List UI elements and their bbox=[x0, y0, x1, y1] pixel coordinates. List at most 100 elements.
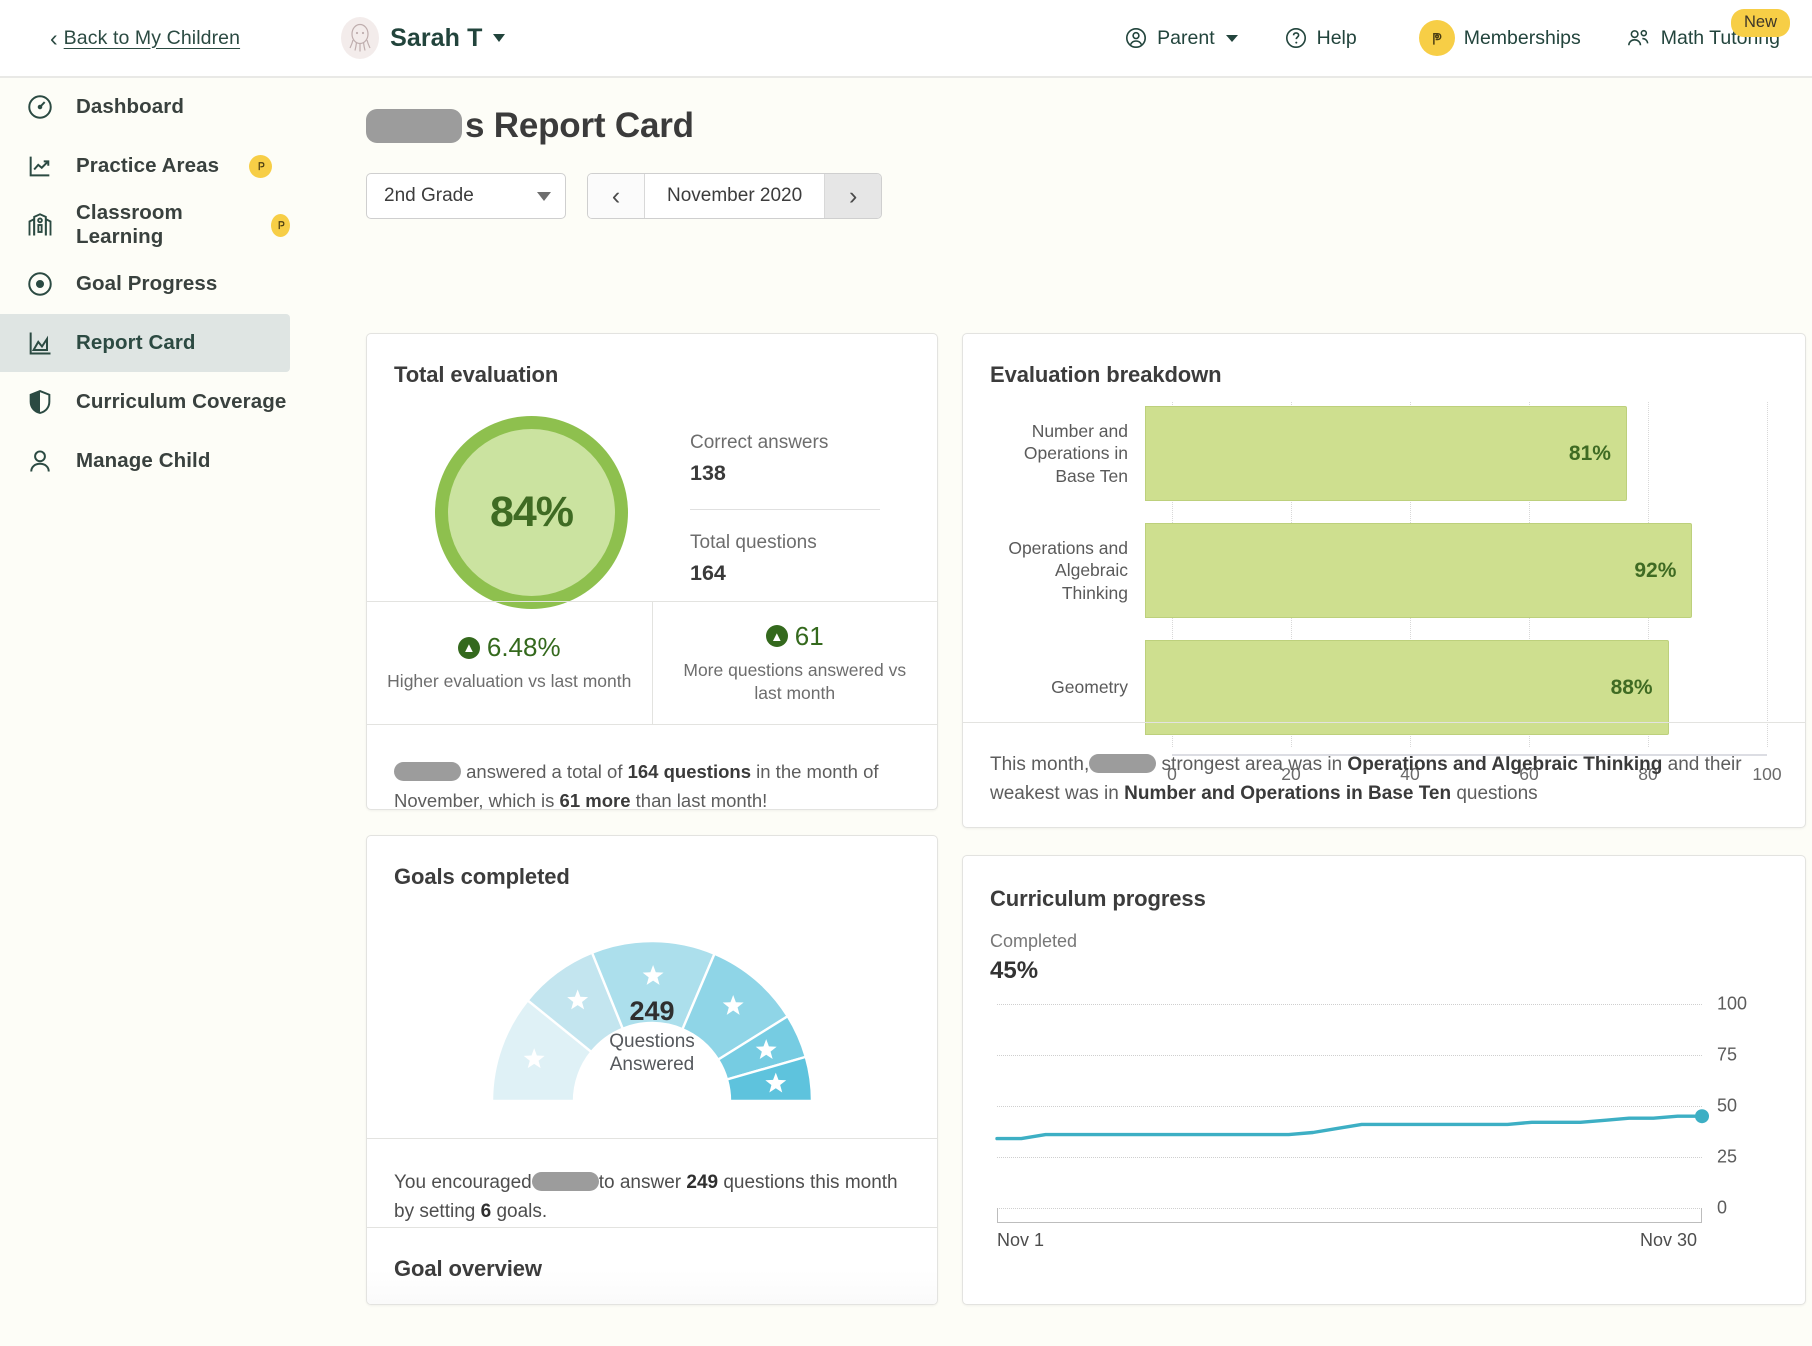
bar-fill[interactable]: 92% bbox=[1145, 523, 1692, 618]
summary-text-3: than last month! bbox=[631, 790, 768, 811]
child-switcher[interactable]: Sarah T bbox=[341, 17, 505, 59]
goal-overview-title: Goal overview bbox=[394, 1256, 542, 1282]
sidebar-item-goal-progress[interactable]: Goal Progress bbox=[0, 255, 290, 313]
sidebar-item-curriculum-coverage[interactable]: Curriculum Coverage bbox=[0, 373, 290, 431]
goals-text-4: goals. bbox=[491, 1201, 547, 1222]
sidebar-item-label: Dashboard bbox=[76, 95, 184, 119]
memberships-label: Memberships bbox=[1464, 27, 1581, 50]
questions-delta-cell: ▲ 61 More questions answered vs last mon… bbox=[652, 602, 938, 724]
month-navigator: ‹ November 2020 › bbox=[587, 173, 882, 219]
correct-answers-label: Correct answers bbox=[690, 432, 880, 454]
total-evaluation-summary: answered a total of 164 questions in the… bbox=[367, 724, 937, 815]
redacted-child-name bbox=[1089, 754, 1156, 773]
bar-row: Geometry88% bbox=[990, 640, 1780, 735]
evaluation-breakdown-chart: Number and Operations in Base Ten 81% Oper… bbox=[990, 402, 1780, 752]
total-evaluation-stats: Correct answers 138 Total questions 164 bbox=[690, 432, 880, 586]
progress-line-svg bbox=[990, 1004, 1780, 1214]
y-tick-label: 75 bbox=[1717, 1045, 1737, 1066]
summary-bold-2: 61 more bbox=[560, 790, 631, 811]
evaluation-breakdown-card: Evaluation breakdown Number and Operatio… bbox=[962, 333, 1806, 828]
sidebar-item-classroom-learning[interactable]: Classroom Learning bbox=[0, 196, 290, 254]
area-chart-icon bbox=[26, 329, 54, 357]
goals-gauge-chart: 249 Questions Answered bbox=[417, 911, 887, 1104]
sidebar-item-manage-child[interactable]: Manage Child bbox=[0, 432, 290, 490]
bar-value-label: 92% bbox=[1634, 559, 1676, 583]
goals-completed-card: Goals completed 249 Questions Answered bbox=[366, 835, 938, 1305]
bar-category-label: Operations and Algebraic Thinking bbox=[990, 537, 1145, 604]
page-title: s Report Card bbox=[366, 106, 1812, 146]
total-questions-label: Total questions bbox=[690, 532, 880, 554]
sidebar-item-dashboard[interactable]: Dashboard bbox=[0, 78, 290, 136]
breakdown-bold-2: Number and Operations in Base Ten bbox=[1124, 783, 1451, 804]
goals-text-1: You encouraged bbox=[394, 1172, 532, 1193]
arrow-up-icon: ▲ bbox=[458, 637, 480, 659]
bar-row: Number and Operations in Base Ten 81% bbox=[990, 406, 1780, 501]
bar-track: 81% bbox=[1145, 406, 1740, 501]
breakdown-text-1: This month, bbox=[990, 754, 1089, 775]
summary-bold-1: 164 questions bbox=[628, 761, 751, 782]
curriculum-progress-chart: 1007550250 Nov 1Nov 30 bbox=[990, 1004, 1780, 1244]
questions-delta-caption: More questions answered vs last month bbox=[671, 659, 920, 706]
card-title: Total evaluation bbox=[394, 362, 558, 388]
grade-select[interactable]: 2nd Grade bbox=[366, 173, 566, 219]
top-navigation-actions: Parent Help Memberships bbox=[1124, 20, 1780, 56]
sidebar-item-label: Manage Child bbox=[76, 449, 210, 473]
y-tick-label: 25 bbox=[1717, 1147, 1737, 1168]
people-group-icon bbox=[1625, 26, 1652, 50]
delta-stats-row: ▲ 6.48% Higher evaluation vs last month … bbox=[367, 601, 937, 724]
parent-menu-label: Parent bbox=[1157, 27, 1214, 50]
shield-icon bbox=[26, 388, 54, 416]
redacted-child-name bbox=[394, 762, 461, 781]
y-tick-label: 50 bbox=[1717, 1096, 1737, 1117]
sidebar-item-practice-areas[interactable]: Practice Areas bbox=[0, 137, 290, 195]
bar-track: 88% bbox=[1145, 640, 1740, 735]
back-to-my-children-link[interactable]: ‹ Back to My Children bbox=[50, 27, 240, 50]
chevron-down-icon bbox=[1226, 35, 1238, 42]
bar-fill[interactable]: 81% bbox=[1145, 406, 1627, 501]
help-link[interactable]: Help bbox=[1284, 26, 1357, 50]
page-title-suffix: s Report Card bbox=[465, 106, 694, 146]
back-link-label: Back to My Children bbox=[64, 27, 240, 50]
help-label: Help bbox=[1317, 27, 1357, 50]
bar-value-label: 81% bbox=[1569, 442, 1611, 466]
line-end-point[interactable] bbox=[1695, 1109, 1709, 1123]
total-evaluation-percent: 84% bbox=[490, 488, 573, 537]
person-icon bbox=[26, 447, 54, 475]
bar-fill[interactable]: 88% bbox=[1145, 640, 1669, 735]
sidebar-item-report-card[interactable]: Report Card bbox=[0, 314, 290, 372]
gridline bbox=[997, 1106, 1702, 1107]
top-navigation-bar: ‹ Back to My Children Sarah T bbox=[0, 0, 1812, 78]
goals-summary: You encouragedto answer 249 questions th… bbox=[367, 1138, 937, 1227]
left-column: Total evaluation 84% Correct answers 138… bbox=[366, 333, 938, 1305]
school-building-icon bbox=[26, 211, 54, 239]
speedometer-icon bbox=[26, 93, 54, 121]
total-questions-value: 164 bbox=[690, 561, 880, 586]
memberships-link[interactable]: Memberships bbox=[1419, 20, 1581, 56]
bar-track: 92% bbox=[1145, 523, 1740, 618]
redacted-child-name bbox=[366, 109, 462, 143]
bar-row: Operations and Algebraic Thinking 92% bbox=[990, 523, 1780, 618]
card-title: Evaluation breakdown bbox=[990, 362, 1222, 388]
next-month-button[interactable]: › bbox=[825, 174, 881, 218]
progress-line bbox=[997, 1116, 1702, 1138]
target-dot-icon bbox=[26, 270, 54, 298]
correct-answers-value: 138 bbox=[690, 461, 880, 486]
evaluation-breakdown-summary: This month, strongest area was in Operat… bbox=[963, 722, 1805, 827]
previous-month-button[interactable]: ‹ bbox=[588, 174, 644, 218]
parent-menu[interactable]: Parent bbox=[1124, 26, 1237, 50]
bar-category-label: Number and Operations in Base Ten bbox=[990, 420, 1145, 487]
total-evaluation-donut: 84% bbox=[435, 416, 628, 609]
x-tick-label: Nov 1 bbox=[997, 1230, 1044, 1251]
new-badge: New bbox=[1731, 9, 1790, 37]
questions-delta-value: 61 bbox=[795, 621, 824, 652]
membership-p-icon bbox=[1419, 20, 1455, 56]
x-tick-label: Nov 30 bbox=[1640, 1230, 1697, 1251]
card-title: Curriculum progress bbox=[990, 886, 1206, 912]
breakdown-text-4: questions bbox=[1451, 783, 1538, 804]
sidebar-item-label: Curriculum Coverage bbox=[76, 390, 286, 414]
premium-p-icon bbox=[249, 155, 272, 178]
completed-value: 45% bbox=[990, 957, 1038, 985]
month-label: November 2020 bbox=[644, 174, 825, 218]
goal-overview-section: Goal overview bbox=[367, 1227, 937, 1304]
gridline bbox=[997, 1004, 1702, 1005]
